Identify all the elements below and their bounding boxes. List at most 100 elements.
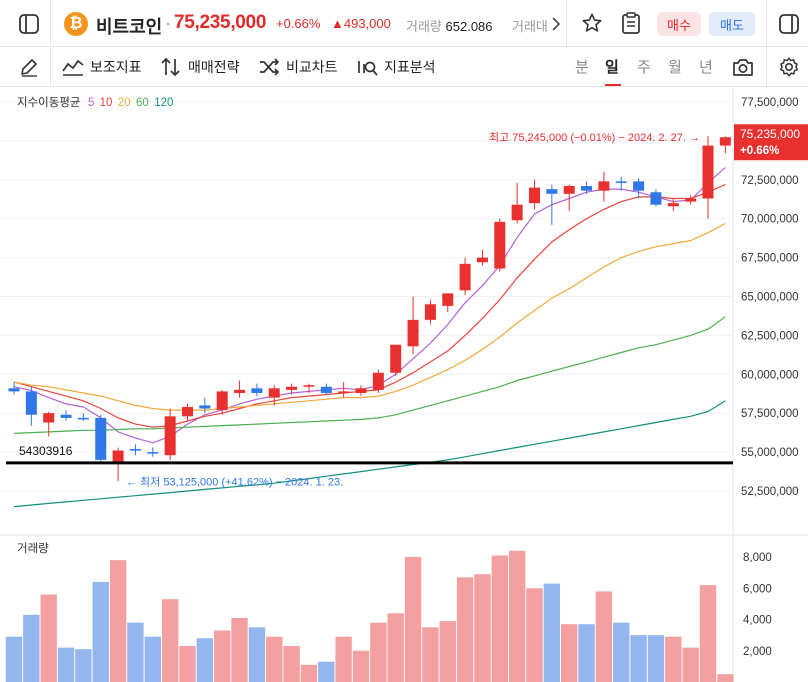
analysis-button[interactable]: 지표분석 [356, 56, 436, 78]
price-tick-label: 55,000,000 [741, 447, 799, 459]
volume-bar [23, 614, 40, 682]
volume-bar [682, 647, 699, 682]
pencil-icon[interactable] [17, 56, 41, 78]
candle-body [268, 388, 280, 398]
volume-bar [647, 635, 665, 682]
ma-60-line [13, 316, 726, 434]
chevron-right-icon[interactable] [548, 12, 564, 36]
volume-bar [161, 599, 179, 682]
volume-pane-title: 거래량 [17, 542, 49, 555]
candle-body [320, 386, 332, 393]
candle-body [25, 391, 37, 415]
candle-body [529, 187, 540, 204]
sell-button[interactable]: 매도 [709, 12, 755, 36]
candle-body [650, 192, 662, 205]
candle-body [60, 414, 72, 418]
indicator-icon [62, 59, 84, 76]
candle-body [546, 189, 558, 194]
buy-button[interactable]: 매수 [657, 12, 701, 36]
price-tick-label: 65,000,000 [741, 292, 799, 304]
candle-body [685, 198, 697, 202]
ma-legend-item: 60 [136, 97, 149, 109]
current-price-tag-pct: +0.66% [740, 145, 779, 157]
volume-bar [456, 577, 474, 682]
period-week[interactable]: 주 [637, 56, 651, 77]
volume-bar [283, 646, 300, 682]
ma-10-line [13, 183, 726, 428]
candle-body [667, 203, 679, 207]
volume-bar [699, 585, 717, 682]
candle-body [43, 413, 55, 423]
volume-bar [92, 582, 109, 682]
change-amount: ▲493,000 [331, 16, 391, 31]
volume-bar [526, 588, 543, 682]
volume-stat: 거래량 652.086 [406, 16, 493, 35]
candle-body [424, 304, 436, 320]
sort-arrows-icon [161, 57, 180, 77]
volume-tick-label: 6,000 [743, 583, 772, 595]
candle-body [286, 386, 298, 390]
strategy-label: 매매전략 [188, 59, 240, 75]
volume-bar [387, 613, 404, 682]
volume-bar [595, 591, 613, 682]
volume-bar [613, 622, 630, 682]
ma-legend-item: 20 [118, 97, 131, 109]
low-annotation: ← 최저 53,125,000 (+41.62%) − 2024. 1. 23. [126, 475, 343, 488]
price-tick-label: 52,500,000 [741, 486, 799, 498]
period-minute[interactable]: 분 [575, 56, 589, 77]
volume-tick-label: 4,000 [743, 615, 772, 627]
price-tick-label: 62,500,000 [741, 330, 799, 342]
truncated-stat-label: 거래대 [512, 19, 548, 34]
volume-bar [717, 674, 734, 682]
sidebar-toggle-icon[interactable] [17, 12, 41, 36]
current-price: 75,235,000 [174, 12, 267, 33]
indicator-label: 보조지표 [90, 59, 142, 75]
current-price-tag-value: 75,235,000 [740, 127, 800, 141]
settings-gear-icon[interactable] [777, 55, 801, 79]
candle-body [511, 204, 523, 221]
candle-body [112, 450, 124, 462]
volume-bar [127, 622, 144, 682]
price-tick-label: 72,500,000 [741, 175, 799, 187]
candle-body [407, 319, 419, 347]
volume-bar [561, 624, 578, 682]
coin-name[interactable]: 비트코인 [96, 13, 162, 39]
candle-body [164, 416, 176, 456]
indicator-button[interactable]: 보조지표 [62, 56, 142, 78]
camera-icon[interactable] [731, 55, 755, 79]
candle-body [390, 344, 402, 373]
period-year[interactable]: 년 [699, 56, 713, 77]
price-tick-label: 70,000,000 [741, 214, 799, 226]
volume-bar [75, 649, 92, 682]
ma-legend-title: 지수이동평균 [17, 96, 80, 109]
ma-20-line [13, 222, 726, 411]
strategy-button[interactable]: 매매전략 [160, 56, 240, 78]
candle-body [234, 389, 246, 393]
price-tick-label: 57,500,000 [741, 408, 799, 420]
candle-body [303, 385, 315, 387]
volume-bar [665, 636, 682, 682]
volume-tick-label: 8,000 [743, 552, 772, 564]
volume-bar [318, 661, 335, 682]
price-tick-label: 67,500,000 [741, 253, 799, 265]
clipboard-icon[interactable] [619, 11, 643, 35]
candle-body [372, 372, 384, 390]
price-chart[interactable]: 지수이동평균 5 10 20 60 120 54303916 최고 75,245,000… [0, 88, 808, 682]
shuffle-icon [260, 58, 280, 76]
volume-bar [439, 621, 456, 682]
volume-bar [109, 560, 127, 682]
candle-body [702, 145, 714, 199]
volume-bar [300, 664, 318, 682]
candle-body [476, 257, 488, 263]
volume-bar [57, 647, 75, 682]
period-month[interactable]: 월 [668, 56, 682, 77]
panel-toggle-icon[interactable] [777, 12, 801, 36]
period-day[interactable]: 일 [605, 56, 619, 77]
compare-button[interactable]: 비교차트 [258, 56, 338, 78]
high-annotation: 최고 75,245,000 (−0.01%) − 2024. 2. 27. → [489, 131, 700, 144]
top-bar: ₿ 비트코인 · 75,235,000 +0.66% ▲493,000 거래량 … [0, 0, 808, 47]
candle-body [182, 406, 193, 417]
current-price-tag: 75,235,000 +0.66% [734, 124, 808, 161]
volume-bar [231, 617, 248, 682]
star-icon[interactable] [580, 11, 604, 35]
